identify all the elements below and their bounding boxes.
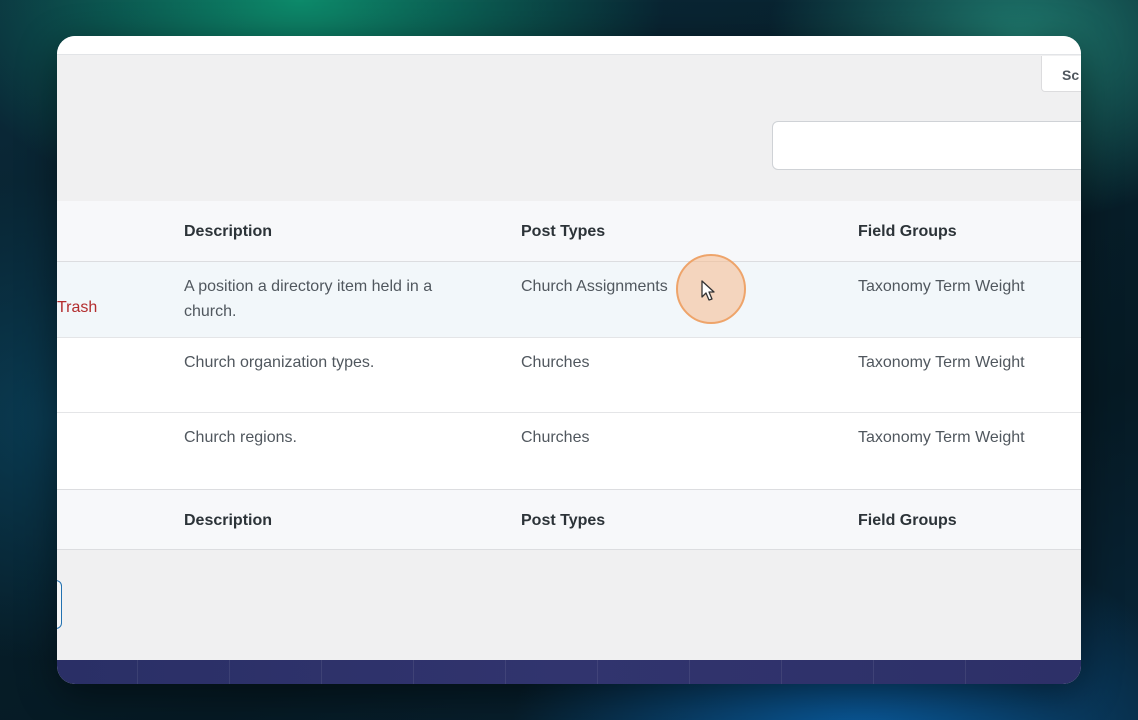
row-post-types[interactable]: Churches — [521, 425, 821, 450]
table-header-row: Description Post Types Field Groups — [57, 201, 1081, 262]
table-row: Church organization types. Churches Taxo… — [57, 338, 1081, 413]
app-window: Sc Description Post Types Field Groups T… — [57, 36, 1081, 684]
footer-grid-line — [505, 660, 506, 684]
row-post-types[interactable]: Church Assignments — [521, 274, 821, 299]
footer-grid-line — [229, 660, 230, 684]
trash-link[interactable]: Trash — [57, 299, 97, 317]
footer-grid-line — [137, 660, 138, 684]
column-header-field-groups[interactable]: Field Groups — [858, 219, 1081, 244]
row-post-types[interactable]: Churches — [521, 350, 821, 375]
footer-header-description[interactable]: Description — [184, 508, 474, 533]
footer-grid-line — [873, 660, 874, 684]
row-description: A position a directory item held in a ch… — [184, 278, 433, 320]
search-input[interactable] — [772, 121, 1081, 170]
column-header-description[interactable]: Description — [184, 219, 474, 244]
footer-grid-line — [321, 660, 322, 684]
column-header-post-types[interactable]: Post Types — [521, 219, 821, 244]
cursor-highlight — [676, 254, 746, 324]
table-row: Trash A position a directory item held i… — [57, 262, 1081, 338]
taxonomies-table: Description Post Types Field Groups Tras… — [57, 201, 1081, 550]
footer-grid-line — [781, 660, 782, 684]
footer-header-post-types[interactable]: Post Types — [521, 508, 821, 533]
footer-bar — [57, 660, 1081, 684]
table-footer-row: Description Post Types Field Groups — [57, 489, 1081, 550]
row-field-groups[interactable]: Taxonomy Term Weight — [858, 350, 1081, 375]
row-field-groups[interactable]: Taxonomy Term Weight — [858, 274, 1081, 299]
footer-grid-line — [689, 660, 690, 684]
footer-header-field-groups[interactable]: Field Groups — [858, 508, 1081, 533]
row-description: Church regions. — [184, 429, 297, 446]
footer-grid-line — [413, 660, 414, 684]
screen-options-button[interactable]: Sc — [1041, 56, 1081, 92]
admin-top-strip — [57, 36, 1081, 55]
table-row: Church regions. Churches Taxonomy Term W… — [57, 413, 1081, 489]
mouse-pointer-icon — [701, 280, 715, 301]
row-description: Church organization types. — [184, 354, 375, 371]
bulk-action-button[interactable] — [57, 580, 62, 629]
footer-grid-line — [597, 660, 598, 684]
row-field-groups[interactable]: Taxonomy Term Weight — [858, 425, 1081, 450]
footer-grid-line — [965, 660, 966, 684]
